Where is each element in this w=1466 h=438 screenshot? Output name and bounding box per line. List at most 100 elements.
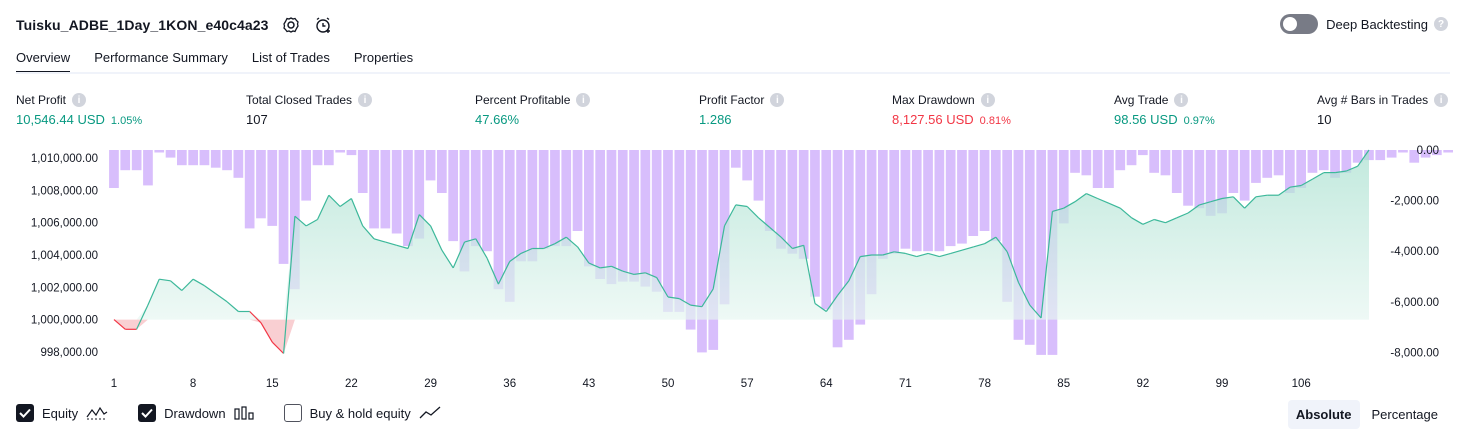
drawdown-bar <box>1126 150 1137 166</box>
tab-performance-summary[interactable]: Performance Summary <box>94 44 228 74</box>
x-tick-label: 64 <box>820 378 833 390</box>
buy-hold-checkbox[interactable] <box>283 404 302 422</box>
x-tick-label: 106 <box>1292 378 1311 390</box>
x-tick-label: 43 <box>583 378 596 390</box>
drawdown-bar <box>640 150 651 287</box>
drawdown-bar <box>131 150 142 171</box>
y-right-tick-label: -2,000.00 <box>1390 196 1439 208</box>
drawdown-bar <box>1273 150 1284 176</box>
deep-backtesting: Deep Backtesting ? <box>1280 14 1448 34</box>
x-tick-label: 50 <box>662 378 675 390</box>
metric-value: 98.56 USD <box>1114 112 1178 127</box>
drawdown-bar <box>324 150 334 166</box>
metric-max-drawdown: Max Drawdown i 8,127.56 USD 0.81% <box>892 93 1011 127</box>
drawdown-bar <box>346 150 357 156</box>
drawdown-bar <box>810 150 820 297</box>
drawdown-bar <box>1228 150 1239 193</box>
info-icon[interactable]: i <box>576 93 591 107</box>
metric-avg-bars: Avg # Bars in Trades i 10 <box>1317 93 1449 127</box>
legend-drawdown[interactable]: Drawdown <box>138 404 254 422</box>
drawdown-bar <box>1081 150 1092 176</box>
info-icon[interactable]: i <box>980 93 995 107</box>
drawdown-bar <box>1115 150 1126 171</box>
deep-backtesting-toggle[interactable] <box>1280 14 1319 34</box>
drawdown-bar <box>731 150 741 168</box>
drawdown-bar <box>945 150 956 247</box>
drawdown-checkbox[interactable] <box>138 404 157 422</box>
metric-label: Avg Trade <box>1114 93 1169 107</box>
drawdown-bar <box>764 150 775 231</box>
drawdown-bar <box>267 150 278 226</box>
drawdown-bar <box>1262 150 1273 178</box>
metric-profit-factor: Profit Factor i 1.286 <box>699 93 785 127</box>
drawdown-bar <box>923 150 933 252</box>
drawdown-bar <box>448 150 458 242</box>
y-left-tick-label: 1,008,000.00 <box>31 185 98 197</box>
drawdown-bar <box>1375 150 1386 161</box>
gear-icon[interactable] <box>281 15 301 35</box>
drawdown-bar <box>143 150 153 186</box>
equity-checkbox[interactable] <box>16 404 34 422</box>
info-icon[interactable]: i <box>1434 93 1449 107</box>
drawdown-bar <box>878 150 888 259</box>
x-tick-label: 22 <box>345 378 358 390</box>
x-tick-label: 57 <box>741 378 754 390</box>
drawdown-bar <box>1194 150 1205 209</box>
equity-drawdown-chart[interactable]: 1,010,000.00 1,008,000.00 1,006,000.00 1,00… <box>0 140 1466 392</box>
tab-properties[interactable]: Properties <box>354 44 413 74</box>
drawdown-bar <box>595 150 605 279</box>
metric-value: 1.286 <box>699 112 732 127</box>
y-left-tick-label: 1,006,000.00 <box>31 218 98 230</box>
drawdown-bar <box>968 150 979 236</box>
drawdown-bar <box>391 150 402 234</box>
drawdown-bar <box>154 150 165 153</box>
drawdown-bar <box>742 150 752 181</box>
drawdown-bar <box>199 150 210 166</box>
absolute-button[interactable]: Absolute <box>1287 400 1360 429</box>
alarm-clock-plus-icon[interactable] <box>313 15 333 35</box>
drawdown-bar <box>210 150 221 168</box>
drawdown-bar <box>617 150 628 282</box>
drawdown-bar <box>697 150 707 353</box>
drawdown-bar <box>957 150 967 244</box>
tab-overview[interactable]: Overview <box>16 44 71 74</box>
drawdown-bar <box>1398 150 1408 153</box>
metric-value: 8,127.56 USD <box>892 112 974 127</box>
drawdown-bar <box>120 150 131 171</box>
drawdown-bar <box>561 150 572 247</box>
drawdown-bar <box>301 150 311 201</box>
tab-list-of-trades[interactable]: List of Trades <box>252 44 330 74</box>
drawdown-bar <box>1239 150 1250 201</box>
metric-percent: 1.05% <box>110 115 143 127</box>
info-icon[interactable]: i <box>358 93 373 107</box>
drawdown-bar <box>538 150 549 249</box>
y-right-tick-label: -8,000.00 <box>1390 347 1439 359</box>
metrics-row: Net Profit i 10,546.44 USD 1.05% Total Clo… <box>0 93 1466 133</box>
y-left-tick-label: 1,010,000.00 <box>31 153 98 165</box>
drawdown-bar <box>1307 150 1318 173</box>
legend-buy-hold[interactable]: Buy & hold equity <box>283 404 441 422</box>
drawdown-bar <box>651 150 662 292</box>
info-icon[interactable]: i <box>770 93 785 107</box>
drawdown-bar <box>188 150 198 166</box>
help-icon[interactable]: ? <box>1434 17 1448 31</box>
drawdown-bar <box>1443 150 1453 153</box>
info-icon[interactable]: i <box>1174 93 1189 107</box>
percentage-button[interactable]: Percentage <box>1364 400 1447 429</box>
drawdown-bar <box>911 150 922 252</box>
drawdown-bar <box>357 150 368 193</box>
drawdown-bar <box>900 150 911 249</box>
drawdown-bar <box>244 150 255 229</box>
legend-label: Equity <box>42 405 79 421</box>
drawdown-bar <box>312 150 323 166</box>
metric-percent: 0.81% <box>979 115 1011 127</box>
info-icon[interactable]: i <box>72 93 87 107</box>
drawdown-bar <box>109 150 119 188</box>
chart-legend: Equity Drawdown Buy & hold equity <box>16 404 471 422</box>
tabs-divider <box>16 72 1450 74</box>
metric-net-profit: Net Profit i 10,546.44 USD 1.05% <box>16 93 142 127</box>
metric-avg-trade: Avg Trade i 98.56 USD 0.97% <box>1114 93 1215 127</box>
deep-backtesting-label: Deep Backtesting <box>1326 16 1428 32</box>
metric-percent: 0.97% <box>1183 115 1215 127</box>
legend-equity[interactable]: Equity <box>16 404 108 422</box>
